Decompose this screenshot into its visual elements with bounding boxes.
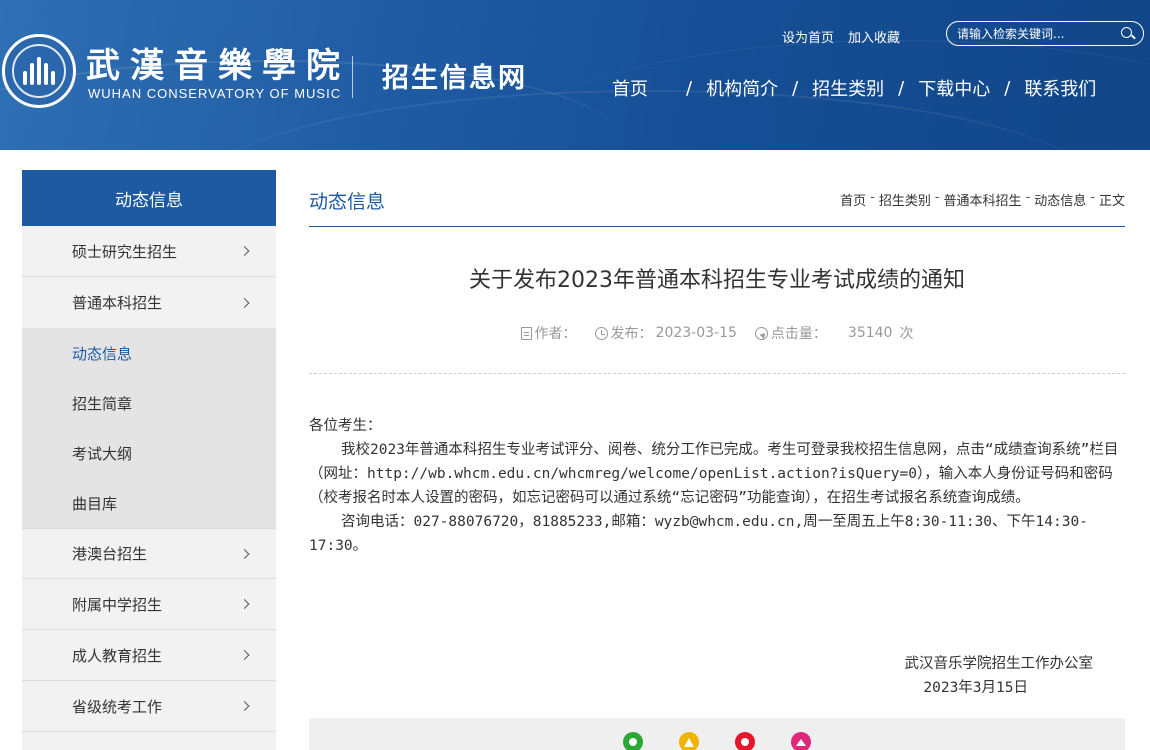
divider	[309, 373, 1125, 374]
sidebar-item-label: 硕士研究生招生	[72, 242, 178, 261]
breadcrumb-separator: -	[934, 190, 940, 205]
chevron-right-icon	[239, 297, 250, 308]
nav-separator: /	[898, 77, 905, 99]
sidebar-item-label: 普通本科招生	[72, 294, 163, 312]
nav-separator: /	[686, 77, 693, 99]
breadcrumb-home[interactable]: 首页	[840, 190, 866, 209]
sidebar-subitem-syllabus[interactable]: 考试大纲	[22, 428, 276, 478]
qzone-share-icon[interactable]	[679, 732, 699, 750]
chevron-right-icon	[239, 246, 250, 256]
chevron-right-icon	[239, 701, 250, 711]
chevron-right-icon	[239, 548, 250, 559]
nav-downloads[interactable]: 下载中心	[918, 75, 990, 101]
meta-author-label: 作者：	[534, 326, 577, 342]
document-icon	[520, 326, 532, 340]
breadcrumb-news[interactable]: 动态信息	[1034, 190, 1086, 209]
sidebar-item-label: 省级统考工作	[72, 697, 163, 716]
main-content: 动态信息 首页 - 招生类别 - 普通本科招生 - 动态信息 - 正文 关于发布…	[309, 170, 1125, 750]
main-nav: 首页 / 机构简介 / 招生类别 / 下载中心 / 联系我们	[612, 75, 1096, 101]
sidebar-item-label: 港澳台招生	[72, 545, 148, 563]
clock-icon	[594, 326, 608, 340]
meta-date-value: 2023-03-15	[655, 325, 737, 341]
article-title: 关于发布2023年普通本科招生专业考试成绩的通知	[469, 268, 965, 293]
search-icon[interactable]	[1121, 26, 1135, 41]
logo-chinese-name[interactable]: 武漢音樂學院	[86, 38, 350, 87]
school-emblem-icon[interactable]	[2, 34, 76, 108]
nav-about[interactable]: 机构简介	[706, 75, 778, 101]
breadcrumb-current: 正文	[1098, 194, 1125, 209]
meta-clicks-label: 点击量：	[770, 326, 827, 342]
cursor-click-icon	[754, 326, 768, 340]
breadcrumb-undergraduate[interactable]: 普通本科招生	[944, 190, 1022, 209]
add-favorite-link[interactable]: 加入收藏	[848, 27, 900, 46]
more-share-icon[interactable]	[791, 732, 811, 750]
meta-clicks-value: 35140	[847, 325, 893, 341]
signature-org: 武汉音乐学院招生工作办公室	[904, 656, 1094, 672]
article-paragraph: 咨询电话：027-88076720，81885233,邮箱：wyzb@whcm.…	[309, 514, 1088, 554]
nav-home[interactable]: 首页	[612, 75, 648, 101]
nav-contact[interactable]: 联系我们	[1024, 75, 1096, 101]
search-input[interactable]	[957, 26, 1117, 41]
nav-separator: /	[1004, 77, 1011, 99]
sidebar-submenu: 动态信息 招生简章 考试大纲 曲目库	[22, 328, 276, 528]
article-greeting: 各位考生：	[309, 418, 382, 434]
meta-clicks-unit: 次	[899, 326, 914, 342]
chevron-right-icon	[239, 599, 250, 609]
share-bar	[309, 718, 1125, 750]
sidebar-subitem-brochure[interactable]: 招生简章	[22, 378, 276, 428]
weibo-share-icon[interactable]	[735, 732, 755, 750]
article-paragraph: 我校2023年普通本科招生专业考试评分、阅卷、统分工作已完成。考生可登录我校招生…	[309, 442, 1119, 506]
sidebar: 动态信息 硕士研究生招生 普通本科招生 动态信息 招生简章 考试大纲 曲目库 港…	[22, 170, 276, 750]
sidebar-item-more[interactable]	[22, 732, 276, 750]
nav-categories[interactable]: 招生类别	[812, 75, 884, 101]
section-title: 动态信息	[309, 191, 386, 213]
meta-author: 作者：	[520, 323, 577, 343]
breadcrumb: 首页 - 招生类别 - 普通本科招生 - 动态信息 - 正文	[840, 190, 1125, 209]
meta-date: 发布： 2023-03-15	[594, 323, 737, 343]
search-box	[946, 21, 1144, 46]
site-header: 武漢音樂學院 WUHAN CONSERVATORY OF MUSIC 招生信息网…	[0, 0, 1150, 150]
article-signature: 武汉音乐学院招生工作办公室 2023年3月15日	[309, 652, 1125, 700]
meta-date-label: 发布：	[610, 326, 653, 342]
sidebar-title: 动态信息	[22, 170, 276, 226]
set-home-link[interactable]: 设为首页	[782, 27, 834, 46]
sidebar-item-undergraduate[interactable]: 普通本科招生	[22, 277, 276, 328]
sidebar-item-label: 附属中学招生	[72, 595, 163, 614]
chevron-right-icon	[239, 650, 250, 660]
content-header: 动态信息 首页 - 招生类别 - 普通本科招生 - 动态信息 - 正文	[309, 170, 1125, 227]
site-name[interactable]: 招生信息网	[382, 56, 527, 95]
article-body: 各位考生： 我校2023年普通本科招生专业考试评分、阅卷、统分工作已完成。考生可…	[309, 414, 1127, 558]
sidebar-subitem-news[interactable]: 动态信息	[22, 328, 276, 378]
sidebar-item-provincial-exam[interactable]: 省级统考工作	[22, 681, 276, 732]
meta-clicks: 点击量： 35140 次	[754, 323, 914, 343]
breadcrumb-categories[interactable]: 招生类别	[879, 190, 931, 209]
article-meta: 作者： 发布： 2023-03-15 点击量： 35140 次	[309, 323, 1125, 343]
top-links: 设为首页 加入收藏	[782, 27, 900, 46]
breadcrumb-separator: -	[870, 190, 875, 205]
sidebar-item-middle-school[interactable]: 附属中学招生	[22, 579, 276, 630]
logo-divider	[352, 56, 353, 98]
breadcrumb-separator: -	[1090, 190, 1095, 205]
sidebar-item-hk-macau-taiwan[interactable]: 港澳台招生	[22, 528, 276, 579]
sidebar-subitem-repertoire[interactable]: 曲目库	[22, 478, 276, 528]
sidebar-item-graduate[interactable]: 硕士研究生招生	[22, 226, 276, 277]
logo-english-name[interactable]: WUHAN CONSERVATORY OF MUSIC	[88, 86, 341, 101]
sidebar-item-adult-education[interactable]: 成人教育招生	[22, 630, 276, 681]
signature-date: 2023年3月15日	[923, 680, 1028, 696]
breadcrumb-separator: -	[1025, 190, 1031, 205]
sidebar-item-label: 成人教育招生	[72, 646, 163, 665]
nav-separator: /	[792, 77, 799, 99]
wechat-share-icon[interactable]	[623, 732, 643, 750]
